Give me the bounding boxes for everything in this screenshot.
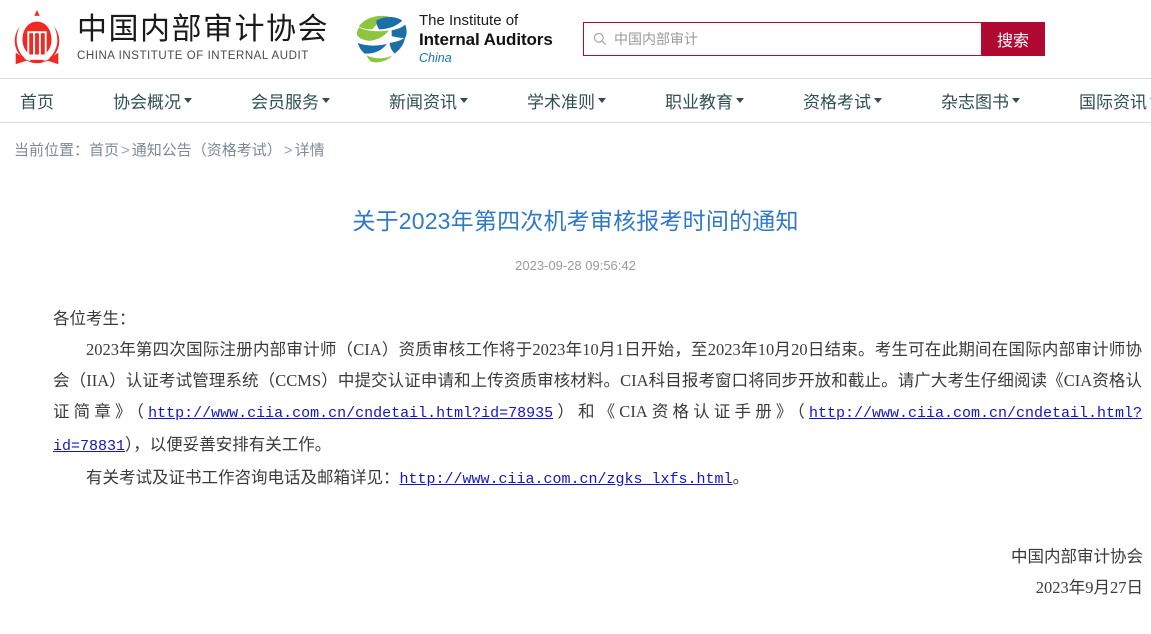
nav-item-label: 协会概况	[113, 93, 181, 112]
nav-item-label: 新闻资讯	[389, 93, 457, 112]
nav-item-label: 首页	[20, 93, 54, 112]
chevron-down-icon	[460, 98, 468, 103]
chevron-down-icon	[736, 98, 744, 103]
ciia-emblem-icon	[14, 9, 60, 65]
paragraph-1-text-c: ），以便妥善安排有关工作。	[125, 435, 332, 454]
main-navigation: 首页 协会概况 会员服务 新闻资讯 学术准则 职业教育 资格考试 杂志图书 国际…	[0, 78, 1151, 123]
page-title: 关于2023年第四次机考审核报考时间的通知	[352, 208, 799, 234]
breadcrumb: 当前位置：首页 > 通知公告（资格考试） > 详情	[14, 139, 1151, 160]
ciia-logo-en: CHINA INSTITUTE OF INTERNAL AUDIT	[77, 50, 309, 63]
ciia-logo-cn: 中国内部审计协会	[77, 13, 329, 47]
contact-info-link[interactable]: http://www.ciia.com.cn/zgks_lxfs.html	[400, 471, 733, 488]
paragraph-2-text-a: 有关考试及证书工作咨询电话及邮箱详见：	[86, 468, 400, 487]
ciia-logo[interactable]: 中国内部审计协会 CHINA INSTITUTE OF INTERNAL AUD…	[6, 8, 329, 70]
signature-organization: 中国内部审计协会	[1011, 547, 1143, 566]
nav-item-label: 会员服务	[251, 93, 319, 112]
article-paragraph-1: 2023年第四次国际注册内部审计师（CIA）资质审核工作将于2023年10月1日…	[53, 334, 1142, 462]
chevron-down-icon	[598, 98, 606, 103]
nav-item-about[interactable]: 协会概况	[107, 88, 198, 113]
iia-logo-text: The Institute of Internal Auditors China	[419, 12, 553, 66]
paragraph-2-text-b: 。	[732, 468, 750, 487]
nav-item-label: 资格考试	[803, 93, 871, 112]
iia-logo-line2: Internal Auditors	[419, 29, 553, 49]
nav-item-member-services[interactable]: 会员服务	[245, 88, 336, 113]
cia-brochure-link[interactable]: http://www.ciia.com.cn/cndetail.html?id=…	[148, 405, 553, 422]
nav-item-label: 学术准则	[527, 93, 595, 112]
search-button[interactable]: 搜索	[981, 22, 1045, 56]
breadcrumb-prefix: 当前位置：	[14, 142, 90, 159]
chevron-down-icon	[322, 98, 330, 103]
nav-item-publications[interactable]: 杂志图书	[935, 88, 1026, 113]
nav-item-news[interactable]: 新闻资讯	[383, 88, 474, 113]
nav-item-label: 职业教育	[665, 93, 733, 112]
breadcrumb-separator: >	[283, 142, 293, 159]
nav-item-label: 杂志图书	[941, 93, 1009, 112]
breadcrumb-item-detail: 详情	[294, 142, 325, 159]
article-salutation: 各位考生：	[53, 309, 136, 328]
nav-item-exams[interactable]: 资格考试	[797, 88, 888, 113]
nav-item-standards[interactable]: 学术准则	[521, 88, 612, 113]
breadcrumb-item-category[interactable]: 通知公告（资格考试）	[132, 142, 282, 159]
article-body: 各位考生： 2023年第四次国际注册内部审计师（CIA）资质审核工作将于2023…	[0, 303, 1151, 495]
search-field[interactable]	[583, 22, 981, 56]
article-signature: 中国内部审计协会 2023年9月27日	[0, 541, 1151, 603]
signature-date: 2023年9月27日	[1035, 578, 1143, 597]
iia-logo[interactable]: The Institute of Internal Auditors China	[353, 11, 553, 67]
iia-logo-line1: The Institute of	[419, 12, 519, 30]
chevron-down-icon	[184, 98, 192, 103]
article-timestamp: 2023-09-28 09:56:42	[515, 258, 636, 273]
site-header: 中国内部审计协会 CHINA INSTITUTE OF INTERNAL AUD…	[0, 0, 1151, 78]
search-input[interactable]	[614, 31, 954, 47]
breadcrumb-separator: >	[121, 142, 130, 159]
iia-logo-line3: China	[419, 51, 452, 66]
paragraph-1-text-b: ）和《CIA资格认证手册》（	[553, 402, 809, 421]
breadcrumb-item-home[interactable]: 首页	[89, 142, 119, 159]
nav-item-education[interactable]: 职业教育	[659, 88, 750, 113]
nav-item-international[interactable]: 国际资讯	[1073, 88, 1151, 113]
iia-globe-icon	[356, 15, 407, 63]
article-paragraph-2: 有关考试及证书工作咨询电话及邮箱详见：http://www.ciia.com.c…	[53, 462, 1142, 495]
search-icon	[593, 32, 607, 46]
search-bar: 搜索	[583, 22, 1045, 56]
ciia-logo-text: 中国内部审计协会 CHINA INSTITUTE OF INTERNAL AUD…	[77, 15, 329, 63]
chevron-down-icon	[874, 98, 882, 103]
article: 关于2023年第四次机考审核报考时间的通知 2023-09-28 09:56:4…	[0, 202, 1151, 603]
nav-item-label: 国际资讯	[1079, 93, 1147, 112]
chevron-down-icon	[1012, 98, 1020, 103]
nav-item-home[interactable]: 首页	[14, 88, 60, 113]
